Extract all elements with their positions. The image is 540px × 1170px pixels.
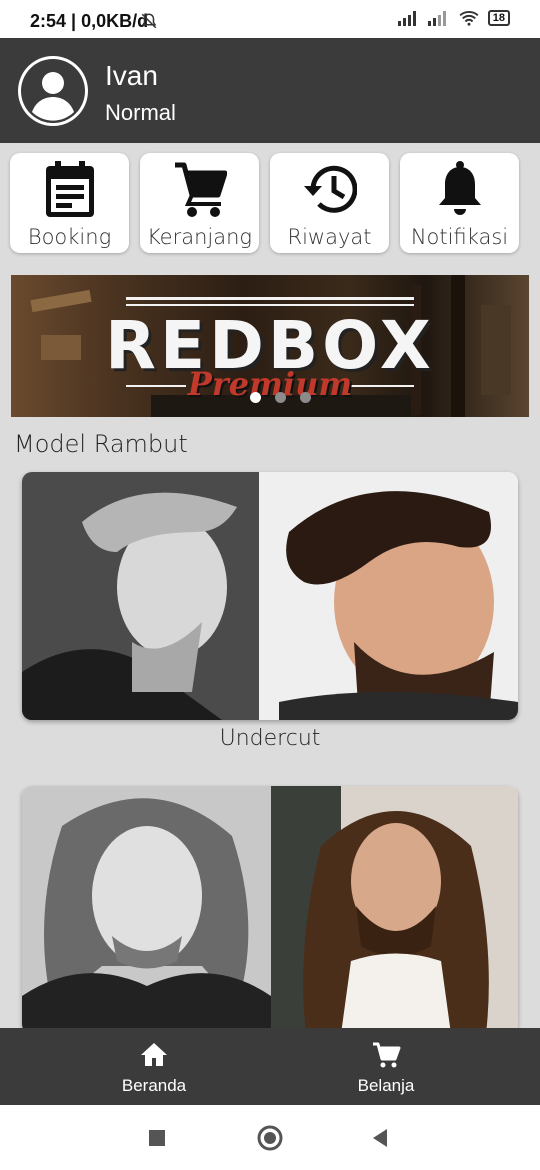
- carousel-indicator: [250, 392, 311, 403]
- nav-belanja-label: Belanja: [357, 1076, 415, 1095]
- notifikasi-tile[interactable]: Notifikasi: [400, 153, 519, 253]
- person-icon: [21, 59, 85, 123]
- hairstyle-photo-bw: [22, 472, 259, 720]
- hairstyle-photo-bw: [22, 786, 271, 1034]
- booking-tile[interactable]: Booking: [10, 153, 129, 253]
- carousel-dot[interactable]: [300, 392, 311, 403]
- nav-belanja[interactable]: Belanja: [286, 1028, 486, 1105]
- home-icon: [141, 1043, 167, 1066]
- hairstyle-card[interactable]: [22, 786, 518, 1034]
- history-icon: [303, 165, 357, 213]
- section-title: Model Rambut: [14, 430, 188, 458]
- avatar[interactable]: [18, 56, 88, 126]
- shopping-cart-icon: [373, 1042, 401, 1068]
- nav-beranda[interactable]: Beranda: [54, 1028, 254, 1105]
- bell-off-icon: [141, 13, 157, 29]
- riwayat-tile[interactable]: Riwayat: [270, 153, 389, 253]
- status-time: 2:54 | 0,0KB/d: [30, 11, 149, 31]
- bottom-navigation: Beranda Belanja: [0, 1028, 540, 1105]
- booking-label: Booking: [27, 225, 112, 249]
- keranjang-label: Keranjang: [146, 225, 253, 249]
- system-navigation: [0, 1105, 540, 1170]
- battery-indicator: 18: [487, 10, 510, 26]
- carousel-dot[interactable]: [250, 392, 261, 403]
- banner-line-top: [126, 297, 414, 300]
- calendar-icon: [45, 161, 94, 217]
- status-bar: 2:54 | 0,0KB/d 18: [0, 0, 540, 38]
- nav-beranda-label: Beranda: [121, 1076, 187, 1095]
- signal-icon: [397, 11, 416, 26]
- wifi-icon: [459, 11, 479, 26]
- keranjang-tile[interactable]: Keranjang: [140, 153, 259, 253]
- hairstyle-caption: Undercut: [219, 726, 321, 751]
- recents-icon[interactable]: [142, 1123, 172, 1153]
- profile-header: Ivan Normal: [0, 38, 540, 143]
- bell-icon: [438, 161, 481, 215]
- hairstyle-photo-color: [259, 472, 518, 720]
- signal-icon-2: [427, 11, 446, 26]
- status-icons: 18: [397, 10, 510, 26]
- back-icon[interactable]: [366, 1123, 396, 1153]
- banner-line-top-2: [126, 304, 414, 306]
- hairstyle-photo-color: [271, 786, 518, 1034]
- riwayat-label: Riwayat: [287, 225, 372, 249]
- hairstyle-card[interactable]: [22, 472, 518, 720]
- carousel-dot[interactable]: [275, 392, 286, 403]
- home-button-icon[interactable]: [255, 1123, 285, 1153]
- user-status: Normal: [105, 100, 176, 125]
- notifikasi-label: Notifikasi: [410, 225, 509, 249]
- cart-icon: [174, 162, 227, 217]
- promo-banner[interactable]: REDBOX Premium: [11, 275, 529, 417]
- user-name: Ivan: [105, 60, 158, 91]
- menu-grid: Booking Keranjang Riwayat Notifikasi: [10, 153, 530, 253]
